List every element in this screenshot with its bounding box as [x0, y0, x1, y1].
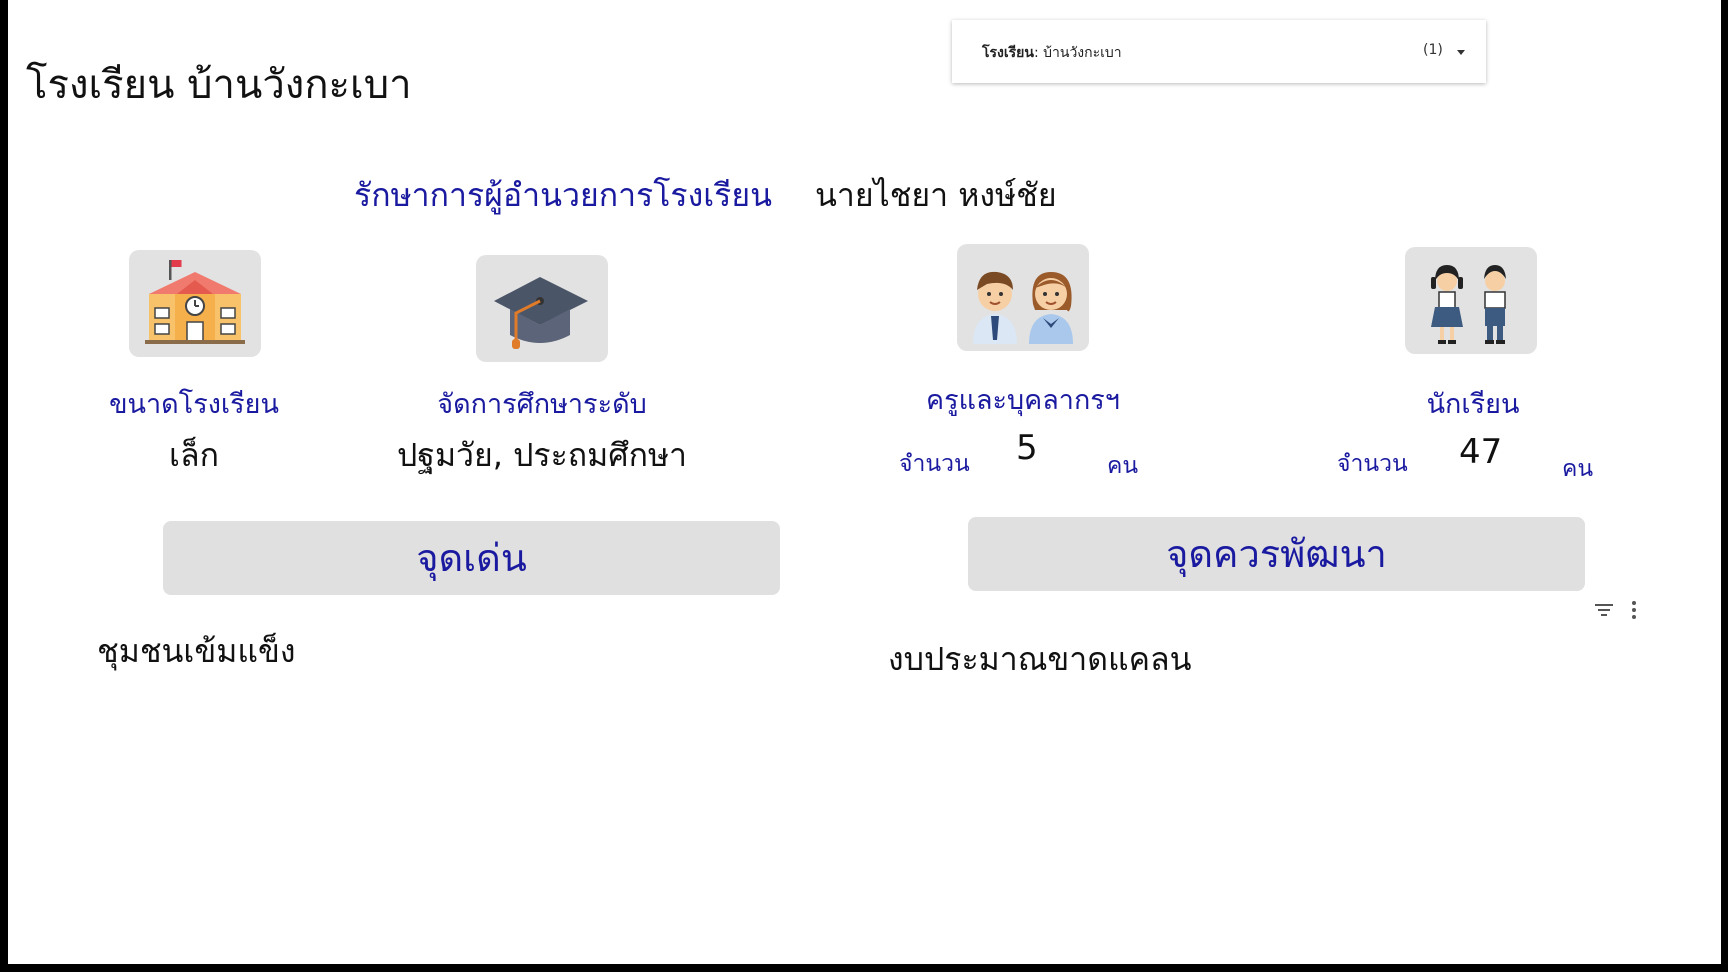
- report-canvas: โรงเรียน บ้านวังกะเบา โรงเรียน: บ้านวังก…: [8, 0, 1721, 964]
- teachers-icon: [957, 244, 1089, 351]
- improvements-text: งบประมาณขาดแคลน: [888, 640, 1192, 678]
- filter-count: (1): [1423, 42, 1443, 58]
- director-role: รักษาการผู้อำนวยการโรงเรียน: [354, 176, 772, 214]
- students-count: 47: [1459, 432, 1503, 472]
- visual-header: [1593, 598, 1673, 622]
- filter-icon[interactable]: [1593, 600, 1615, 620]
- school-filter-control[interactable]: โรงเรียน: บ้านวังกะเบา (1): [952, 20, 1486, 83]
- strengths-heading: จุดเด่น: [416, 536, 527, 580]
- filter-label: โรงเรียน: บ้านวังกะเบา: [982, 42, 1122, 64]
- director-name: นายไชยา หงษ์ชัย: [815, 176, 1057, 214]
- strengths-text: ชุมชนเข้มแข็ง: [97, 632, 296, 670]
- improvements-heading: จุดควรพัฒนา: [1166, 532, 1387, 576]
- teachers-count-label: จำนวน: [899, 451, 970, 477]
- teachers-unit: คน: [1107, 453, 1139, 479]
- students-icon: [1405, 247, 1537, 354]
- dropdown-caret-icon[interactable]: [1457, 50, 1465, 55]
- more-options-icon[interactable]: [1627, 598, 1641, 622]
- school-size-value: เล็ก: [169, 436, 219, 474]
- school-building-icon: [129, 250, 261, 357]
- teachers-label: ครูและบุคลากรฯ: [926, 385, 1120, 416]
- filter-selected-value: : บ้านวังกะเบา: [1033, 45, 1122, 61]
- improvements-panel: จุดควรพัฒนา: [968, 517, 1585, 591]
- students-unit: คน: [1562, 456, 1594, 482]
- strengths-panel: จุดเด่น: [163, 521, 780, 595]
- education-level-label: จัดการศึกษาระดับ: [437, 389, 647, 420]
- page-title: โรงเรียน บ้านวังกะเบา: [26, 62, 412, 108]
- students-label: นักเรียน: [1426, 389, 1520, 420]
- students-count-label: จำนวน: [1337, 451, 1408, 477]
- education-level-value: ปฐมวัย, ประถมศึกษา: [396, 436, 688, 474]
- filter-field-name: โรงเรียน: [982, 45, 1034, 61]
- teachers-count: 5: [1016, 428, 1038, 468]
- school-size-label: ขนาดโรงเรียน: [109, 389, 279, 420]
- graduation-cap-icon: [476, 255, 608, 362]
